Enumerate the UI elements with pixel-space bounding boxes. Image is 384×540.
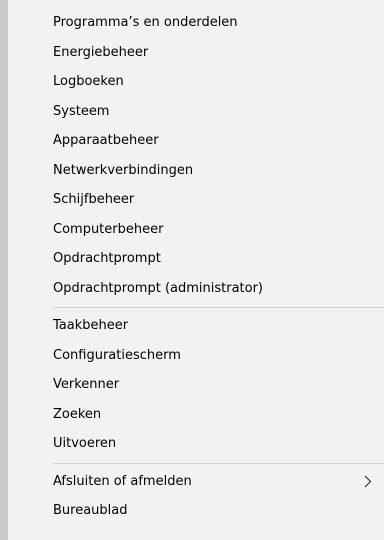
menu-item-network-connections[interactable]: Netwerkverbindingen bbox=[8, 156, 384, 186]
menu-item-event-viewer[interactable]: Logboeken bbox=[8, 67, 384, 97]
menu-item-search[interactable]: Zoeken bbox=[8, 400, 384, 430]
menu-item-device-manager[interactable]: Apparaatbeheer bbox=[8, 126, 384, 156]
menu-item-run[interactable]: Uitvoeren bbox=[8, 429, 384, 459]
menu-separator bbox=[53, 307, 384, 308]
menu-item-system[interactable]: Systeem bbox=[8, 97, 384, 127]
menu-item-power-options[interactable]: Energiebeheer bbox=[8, 38, 384, 68]
menu-item-programs-and-features[interactable]: Programma’s en onderdelen bbox=[8, 8, 384, 38]
menu-separator bbox=[53, 462, 384, 464]
menu-item-command-prompt-admin[interactable]: Opdrachtprompt (administrator) bbox=[8, 274, 384, 304]
menu-group-tools: Programma’s en onderdelen Energiebeheer … bbox=[8, 0, 384, 303]
menu-item-file-explorer[interactable]: Verkenner bbox=[8, 370, 384, 400]
menu-group-system: Taakbeheer Configuratiescherm Verkenner … bbox=[8, 311, 384, 459]
menu-item-shutdown-or-sign-out[interactable]: Afsluiten of afmelden bbox=[8, 467, 384, 497]
menu-item-command-prompt[interactable]: Opdrachtprompt bbox=[8, 244, 384, 274]
menu-item-task-manager[interactable]: Taakbeheer bbox=[8, 311, 384, 341]
power-user-menu: Programma’s en onderdelen Energiebeheer … bbox=[8, 0, 384, 540]
menu-item-disk-management[interactable]: Schijfbeheer bbox=[8, 185, 384, 215]
chevron-right-icon bbox=[362, 467, 374, 497]
menu-item-control-panel[interactable]: Configuratiescherm bbox=[8, 341, 384, 371]
menu-item-desktop[interactable]: Bureaublad bbox=[8, 496, 384, 526]
menu-item-computer-management[interactable]: Computerbeheer bbox=[8, 215, 384, 245]
menu-item-label: Afsluiten of afmelden bbox=[53, 473, 192, 489]
menu-group-session: Afsluiten of afmelden Bureaublad bbox=[8, 467, 384, 526]
